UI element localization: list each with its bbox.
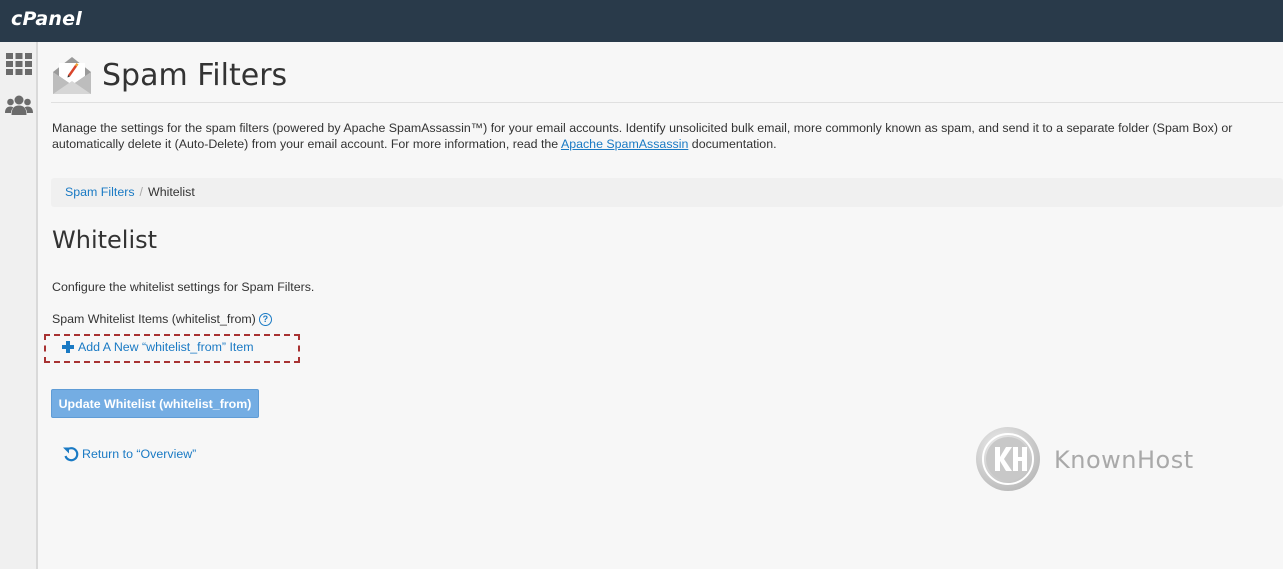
page-title: Spam Filters bbox=[102, 58, 288, 93]
whitelist-items-label-text: Spam Whitelist Items (whitelist_from) bbox=[52, 312, 256, 326]
grid-icon[interactable] bbox=[5, 52, 33, 76]
breadcrumb: Spam Filters / Whitelist bbox=[51, 178, 1283, 207]
whitelist-items-label: Spam Whitelist Items (whitelist_from) ? bbox=[52, 312, 272, 326]
breadcrumb-current: Whitelist bbox=[148, 185, 195, 199]
section-description: Configure the whitelist settings for Spa… bbox=[52, 280, 315, 294]
help-icon[interactable]: ? bbox=[258, 312, 272, 326]
section-title: Whitelist bbox=[52, 226, 158, 254]
add-whitelist-item-link[interactable]: Add A New “whitelist_from” Item bbox=[62, 340, 254, 354]
knownhost-watermark-text: KnownHost bbox=[1054, 446, 1194, 474]
knownhost-logo-icon bbox=[976, 427, 1040, 491]
update-whitelist-button[interactable]: Update Whitelist (whitelist_from) bbox=[51, 389, 259, 418]
spamassassin-link[interactable]: Apache SpamAssassin bbox=[561, 137, 688, 151]
add-whitelist-item-label: Add A New “whitelist_from” Item bbox=[78, 340, 254, 354]
users-icon[interactable] bbox=[5, 93, 33, 117]
return-overview-link[interactable]: Return to “Overview” bbox=[62, 445, 196, 463]
sidebar bbox=[0, 42, 38, 569]
breadcrumb-spam-filters[interactable]: Spam Filters bbox=[65, 185, 135, 199]
description-text-end: documentation. bbox=[688, 137, 777, 151]
top-bar: cPanel bbox=[0, 0, 1283, 42]
main-content: Spam Filters Manage the settings for the… bbox=[38, 42, 1283, 569]
title-divider bbox=[51, 102, 1283, 103]
plus-icon bbox=[62, 341, 74, 353]
breadcrumb-separator: / bbox=[139, 185, 143, 199]
return-overview-label: Return to “Overview” bbox=[82, 447, 197, 461]
cpanel-logo[interactable]: cPanel bbox=[11, 8, 82, 30]
spam-filters-icon bbox=[53, 57, 91, 94]
undo-icon bbox=[63, 447, 79, 462]
page-description: Manage the settings for the spam filters… bbox=[52, 120, 1272, 152]
